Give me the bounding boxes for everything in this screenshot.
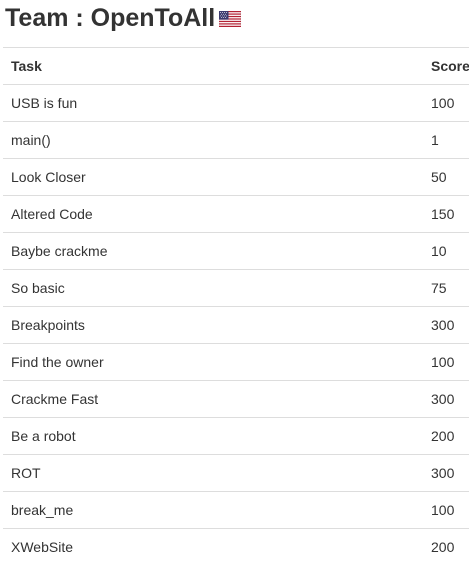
page-title: Team : OpenToAll [5, 0, 241, 36]
column-header-score: Score [423, 48, 469, 85]
task-name: break_me [3, 492, 423, 529]
table-row: Altered Code 150 [3, 196, 469, 233]
table-header-row: Task Score [3, 48, 469, 85]
table-row: Crackme Fast 300 [3, 381, 469, 418]
task-score: 1 [423, 122, 469, 159]
task-name: USB is fun [3, 85, 423, 122]
table-row: main() 1 [3, 122, 469, 159]
table-row: USB is fun 100 [3, 85, 469, 122]
task-score: 100 [423, 344, 469, 381]
table-row: Look Closer 50 [3, 159, 469, 196]
table-row: Breakpoints 300 [3, 307, 469, 344]
team-name: Team : OpenToAll [5, 4, 215, 32]
table-row: ROT 300 [3, 455, 469, 492]
table-row: Be a robot 200 [3, 418, 469, 455]
task-name: ROT [3, 455, 423, 492]
task-name: Look Closer [3, 159, 423, 196]
column-header-task: Task [3, 48, 423, 85]
us-flag-icon [219, 11, 241, 27]
task-score: 50 [423, 159, 469, 196]
task-score: 100 [423, 492, 469, 529]
task-score: 100 [423, 85, 469, 122]
table-row: Find the owner 100 [3, 344, 469, 381]
task-name: Altered Code [3, 196, 423, 233]
task-name: So basic [3, 270, 423, 307]
task-score: 75 [423, 270, 469, 307]
task-name: Baybe crackme [3, 233, 423, 270]
task-name: Find the owner [3, 344, 423, 381]
task-score: 150 [423, 196, 469, 233]
table-row: break_me 100 [3, 492, 469, 529]
task-name: Breakpoints [3, 307, 423, 344]
scores-table: Task Score USB is fun 100 main() 1 Look … [3, 47, 469, 565]
task-score: 200 [423, 418, 469, 455]
task-name: Be a robot [3, 418, 423, 455]
task-score: 300 [423, 381, 469, 418]
table-row: So basic 75 [3, 270, 469, 307]
task-name: Crackme Fast [3, 381, 423, 418]
task-score: 10 [423, 233, 469, 270]
task-name: main() [3, 122, 423, 159]
task-score: 300 [423, 455, 469, 492]
task-score: 300 [423, 307, 469, 344]
table-row: Baybe crackme 10 [3, 233, 469, 270]
